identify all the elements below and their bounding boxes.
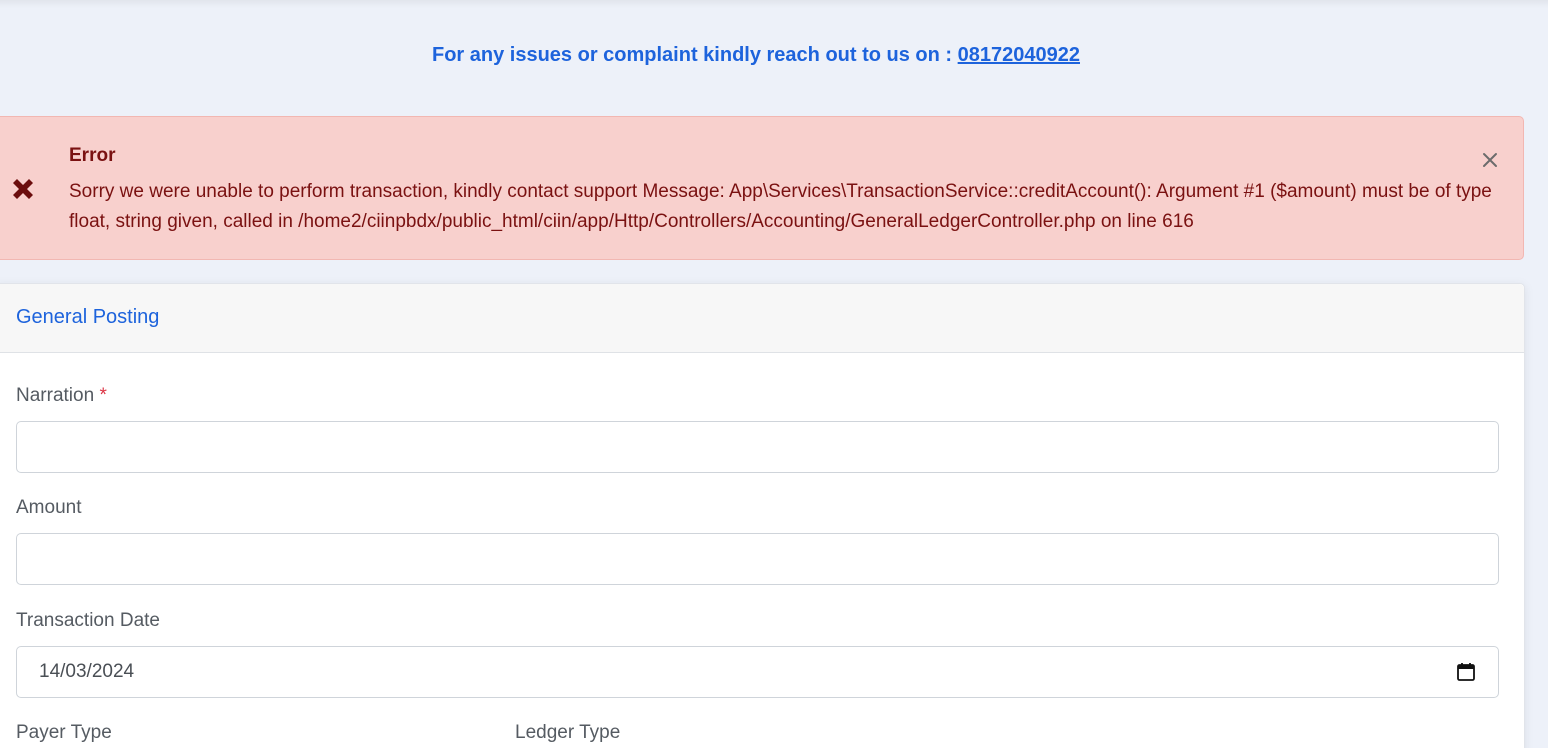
calendar-icon[interactable] <box>1456 662 1476 682</box>
transaction-date-label: Transaction Date <box>16 610 160 631</box>
card-title: General Posting <box>16 306 160 328</box>
general-posting-card: General Posting Narration * Amount Trans… <box>0 283 1525 748</box>
required-mark: * <box>99 385 107 406</box>
amount-label: Amount <box>16 497 82 518</box>
x-mark-icon <box>13 179 33 199</box>
transaction-date-input[interactable]: 14/03/2024 <box>16 646 1499 698</box>
support-text: For any issues or complaint kindly reach… <box>431 44 958 66</box>
page: For any issues or complaint kindly reach… <box>0 0 1548 748</box>
card-header: General Posting <box>0 284 1524 353</box>
amount-input[interactable] <box>16 533 1499 585</box>
support-message: For any issues or complaint kindly reach… <box>0 44 1512 67</box>
close-icon[interactable] <box>1479 149 1501 171</box>
payer-type-label: Payer Type <box>16 722 112 743</box>
support-phone-link[interactable]: 08172040922 <box>958 44 1080 66</box>
error-alert: Error Sorry we were unable to perform tr… <box>0 116 1524 260</box>
alert-title: Error <box>69 145 116 166</box>
alert-message: Sorry we were unable to perform transact… <box>69 181 1492 232</box>
narration-label-text: Narration <box>16 385 95 406</box>
transaction-date-value: 14/03/2024 <box>39 661 135 682</box>
ledger-type-label: Ledger Type <box>515 722 621 743</box>
narration-label: Narration * <box>16 385 107 407</box>
top-shadow <box>0 0 1548 8</box>
narration-input[interactable] <box>16 421 1499 473</box>
